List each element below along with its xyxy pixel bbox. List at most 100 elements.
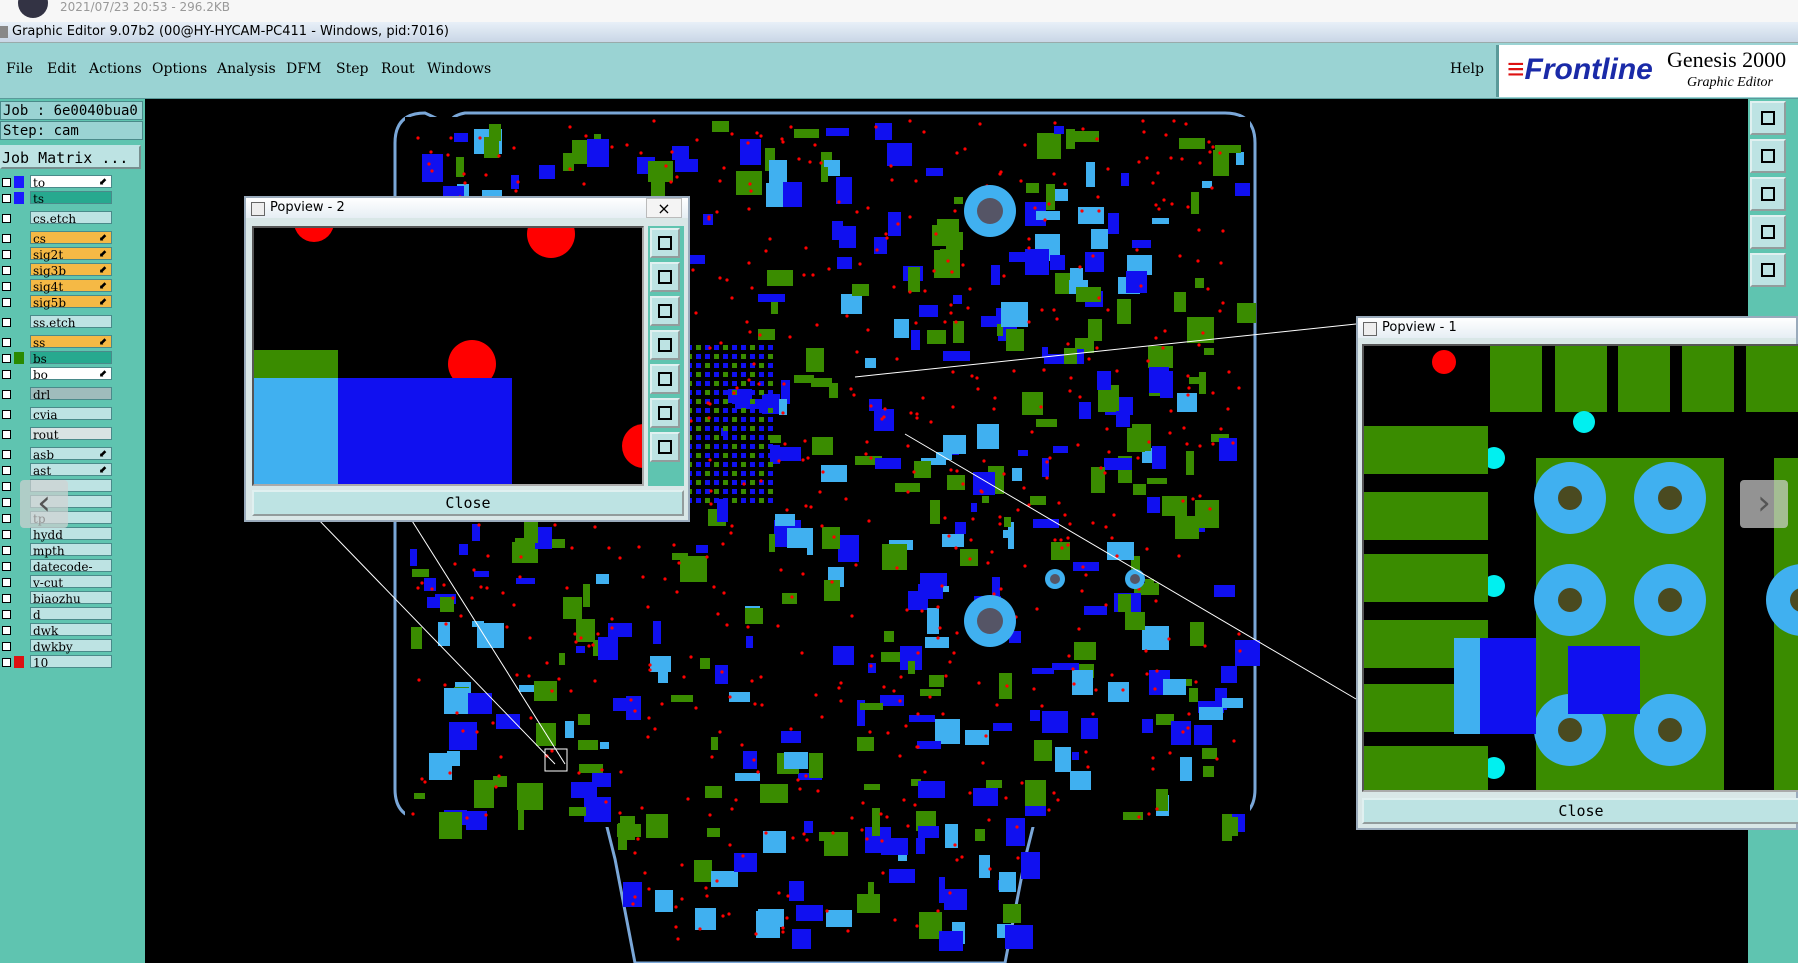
layer-checkbox[interactable] xyxy=(2,178,11,187)
layer-name[interactable]: to ⬋ xyxy=(30,175,112,190)
layer-checkbox[interactable] xyxy=(2,194,11,203)
tool-button-4[interactable] xyxy=(1750,215,1786,249)
layer-checkbox[interactable] xyxy=(2,266,11,275)
menu-edit[interactable]: Edit xyxy=(47,61,76,77)
layer-name[interactable]: bs xyxy=(30,351,112,366)
layer-checkbox[interactable] xyxy=(2,546,11,555)
layer-checkbox[interactable] xyxy=(2,250,11,259)
layer-checkbox[interactable] xyxy=(2,338,11,347)
layer-row[interactable]: cs.etch xyxy=(0,211,115,226)
layer-name[interactable]: cs ⬋ xyxy=(30,231,112,246)
chevron-left-icon[interactable]: ‹ xyxy=(20,480,68,528)
popview-1-view[interactable] xyxy=(1362,344,1798,792)
layer-row[interactable]: d xyxy=(0,607,115,622)
popview-2-view[interactable] xyxy=(252,226,644,486)
tool-button-2[interactable] xyxy=(1750,139,1786,173)
layer-checkbox[interactable] xyxy=(2,610,11,619)
menu-options[interactable]: Options xyxy=(152,61,207,77)
layer-checkbox[interactable] xyxy=(2,562,11,571)
layer-name[interactable]: dwkby xyxy=(30,639,112,654)
menu-step[interactable]: Step xyxy=(336,61,368,77)
chevron-right-icon[interactable]: › xyxy=(1740,480,1788,528)
popview-1-title-bar[interactable]: Popview - 1 xyxy=(1358,318,1796,338)
layer-name[interactable]: d xyxy=(30,607,112,622)
layer-row[interactable]: hydd xyxy=(0,527,115,542)
layer-name[interactable]: hydd xyxy=(30,527,112,542)
layer-checkbox[interactable] xyxy=(2,390,11,399)
menu-help[interactable]: Help xyxy=(1450,61,1484,77)
close-icon[interactable]: × xyxy=(646,198,682,218)
zoom-fit-icon[interactable] xyxy=(650,228,680,258)
layer-row[interactable]: cs ⬋ xyxy=(0,231,115,246)
layer-name[interactable]: dwk xyxy=(30,623,112,638)
layer-row[interactable]: ast ⬋ xyxy=(0,463,115,478)
layer-checkbox[interactable] xyxy=(2,282,11,291)
layer-checkbox[interactable] xyxy=(2,466,11,475)
layer-name[interactable]: bo ⬋ xyxy=(30,367,112,382)
layer-name[interactable]: v-cut xyxy=(30,575,112,590)
popview-1-window[interactable]: Popview - 1 Close xyxy=(1356,316,1798,830)
layer-checkbox[interactable] xyxy=(2,370,11,379)
layer-row[interactable]: sig3b ⬋ xyxy=(0,263,115,278)
zoom-out-icon[interactable] xyxy=(650,432,680,462)
tool-button-5[interactable] xyxy=(1750,253,1786,287)
layer-checkbox[interactable] xyxy=(2,450,11,459)
layer-checkbox[interactable] xyxy=(2,498,11,507)
layer-name[interactable]: ss.etch xyxy=(30,315,112,330)
job-matrix-button[interactable]: Job Matrix ... xyxy=(0,145,141,169)
layer-row[interactable]: ss ⬋ xyxy=(0,335,115,350)
layer-row[interactable]: datecode-pte xyxy=(0,559,115,588)
layer-name[interactable]: asb ⬋ xyxy=(30,447,112,462)
layer-name[interactable]: 10 xyxy=(30,655,112,670)
pan-up-icon[interactable] xyxy=(650,262,680,292)
layer-name[interactable]: ast ⬋ xyxy=(30,463,112,478)
layer-checkbox[interactable] xyxy=(2,430,11,439)
layer-row[interactable]: ss.etch xyxy=(0,315,115,330)
popview-1-close-button[interactable]: Close xyxy=(1362,798,1798,824)
layer-checkbox[interactable] xyxy=(2,514,11,523)
layer-row[interactable]: 10 xyxy=(0,655,115,670)
layer-checkbox[interactable] xyxy=(2,318,11,327)
menu-dfm[interactable]: DFM xyxy=(286,61,321,77)
popview-2-close-button[interactable]: Close xyxy=(252,490,684,516)
pan-left-icon[interactable] xyxy=(650,330,680,360)
tool-button-1[interactable] xyxy=(1750,101,1786,135)
popview-2-title-bar[interactable]: Popview - 2 × xyxy=(246,198,688,218)
layer-name[interactable]: cs.etch xyxy=(30,211,112,226)
layer-row[interactable]: mpth xyxy=(0,543,115,558)
layer-name[interactable]: ss ⬋ xyxy=(30,335,112,350)
layer-row[interactable]: sig2t ⬋ xyxy=(0,247,115,262)
layer-name[interactable]: sig3b ⬋ xyxy=(30,263,112,278)
layer-row[interactable]: cvia xyxy=(0,407,115,422)
layer-name[interactable]: drl xyxy=(30,387,112,402)
layer-row[interactable]: asb ⬋ xyxy=(0,447,115,462)
layer-checkbox[interactable] xyxy=(2,594,11,603)
layer-checkbox[interactable] xyxy=(2,642,11,651)
layer-checkbox[interactable] xyxy=(2,626,11,635)
layer-row[interactable]: to ⬋ xyxy=(0,175,115,190)
pan-down-icon[interactable] xyxy=(650,296,680,326)
layer-name[interactable]: sig2t ⬋ xyxy=(30,247,112,262)
layer-name[interactable]: ts xyxy=(30,191,112,206)
menu-windows[interactable]: Windows xyxy=(427,61,491,77)
layer-row[interactable]: dwk xyxy=(0,623,115,638)
layer-checkbox[interactable] xyxy=(2,410,11,419)
layer-name[interactable]: cvia xyxy=(30,407,112,422)
layer-checkbox[interactable] xyxy=(2,482,11,491)
layer-checkbox[interactable] xyxy=(2,234,11,243)
layer-name[interactable]: mpth xyxy=(30,543,112,558)
layer-row[interactable]: biaozhu xyxy=(0,591,115,606)
layer-checkbox[interactable] xyxy=(2,354,11,363)
layer-checkbox[interactable] xyxy=(2,298,11,307)
layer-checkbox[interactable] xyxy=(2,214,11,223)
layer-row[interactable]: v-cut xyxy=(0,575,115,590)
menu-actions[interactable]: Actions xyxy=(89,61,142,77)
layer-name[interactable]: sig5b ⬋ xyxy=(30,295,112,310)
layer-row[interactable]: rout xyxy=(0,427,115,442)
layer-row[interactable]: bo ⬋ xyxy=(0,367,115,382)
layer-row[interactable]: sig4t ⬋ xyxy=(0,279,115,294)
layer-name[interactable]: rout xyxy=(30,427,112,442)
menu-analysis[interactable]: Analysis xyxy=(217,61,276,77)
pan-right-icon[interactable] xyxy=(650,364,680,394)
zoom-in-icon[interactable] xyxy=(650,398,680,428)
